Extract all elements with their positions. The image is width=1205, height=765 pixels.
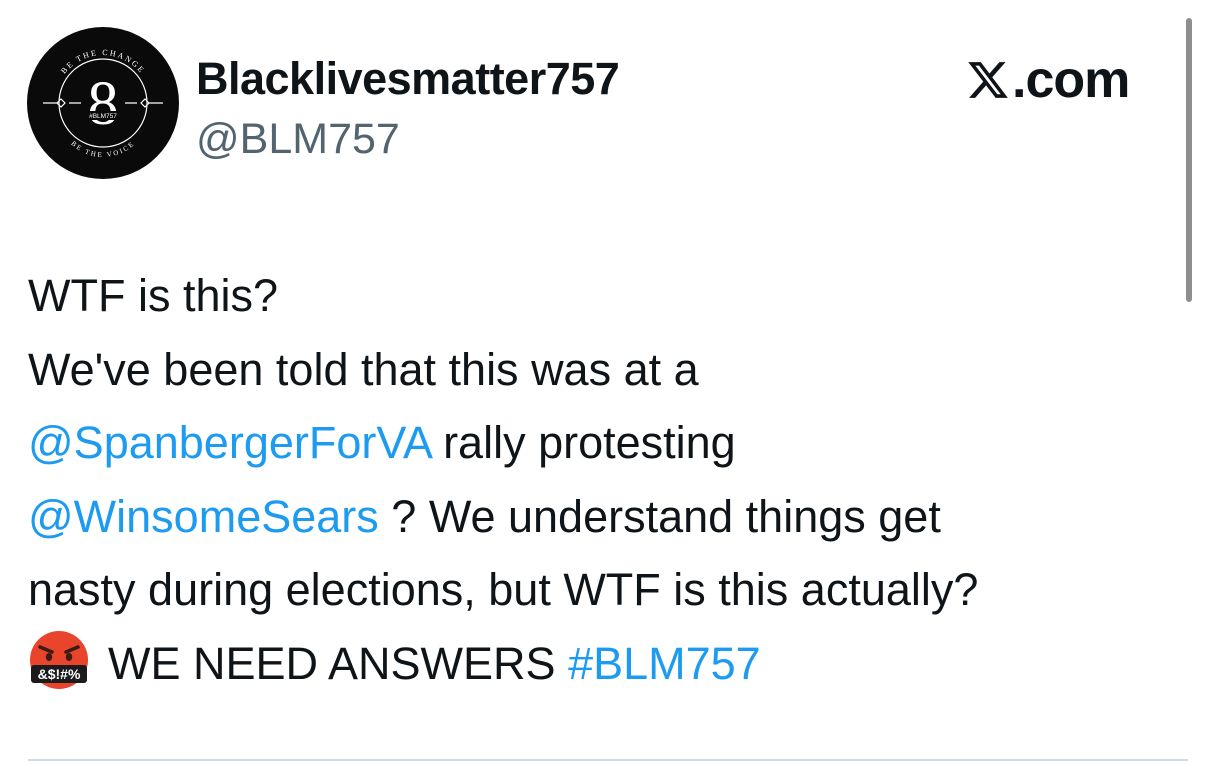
tweet-line: @SpanbergerForVA rally protesting: [28, 406, 1188, 480]
face-with-symbols-on-mouth-emoji-icon: &$!#%: [30, 630, 88, 689]
scrollbar[interactable]: [1186, 18, 1192, 302]
tweet-line: nasty during elections, but WTF is this …: [28, 564, 979, 615]
avatar-center-tag: #BLM757: [89, 113, 117, 120]
source-watermark: .com: [966, 50, 1130, 110]
source-domain: .com: [1012, 51, 1130, 109]
tweet-text-segment: rally protesting: [430, 417, 736, 468]
tweet-line: We've been told that this was at a: [28, 343, 699, 395]
hashtag-link[interactable]: #BLM757: [568, 638, 761, 689]
divider: [28, 759, 1188, 761]
emoji-symbols: &$!#%: [38, 666, 81, 682]
tweet-line: WTF is this?: [28, 270, 279, 321]
x-logo-icon: [968, 62, 1008, 98]
tweet-text-segment: ? We understand things get: [378, 490, 941, 542]
blm757-logo: BE THE CHANGE BE THE VOICE 8 #BLM757: [43, 48, 163, 159]
author-handle[interactable]: @BLM757: [196, 112, 400, 166]
svg-text:BE THE VOICE: BE THE VOICE: [69, 139, 136, 159]
tweet-text: WTF is this? We've been told that this w…: [28, 259, 1188, 700]
tweet-text-segment: WE NEED ANSWERS: [108, 637, 569, 689]
tweet-line: @WinsomeSears ? We understand things get: [28, 480, 1188, 554]
mention-link[interactable]: @WinsomeSears: [28, 491, 379, 542]
author-display-name[interactable]: Blacklivesmatter757: [196, 51, 620, 107]
tweet-line: &$!#% WE NEED ANSWERS #BLM757: [28, 627, 1188, 701]
mention-link[interactable]: @SpanbergerForVA: [28, 417, 431, 468]
profile-avatar[interactable]: BE THE CHANGE BE THE VOICE 8 #BLM757: [27, 27, 179, 179]
avatar-bottom-arc-text: BE THE VOICE: [69, 139, 134, 159]
avatar-numeral: 8: [88, 70, 119, 138]
